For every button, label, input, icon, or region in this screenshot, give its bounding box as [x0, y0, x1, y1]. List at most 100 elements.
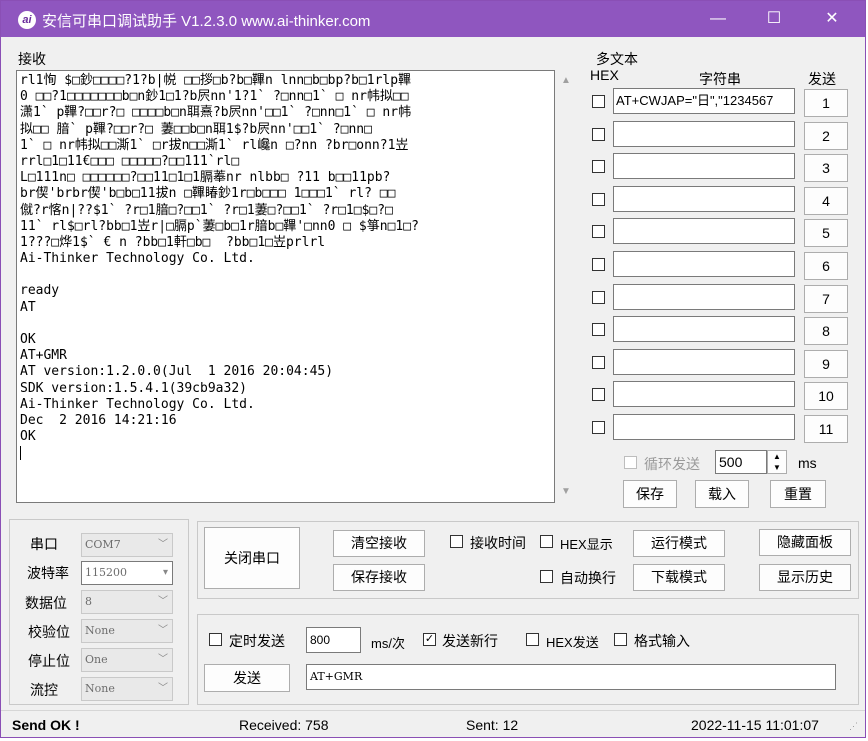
multitext-hex-checkbox[interactable] [592, 127, 605, 141]
receive-scrollbar[interactable]: ▲ ▼ [557, 70, 575, 503]
close-port-button[interactable]: 关闭串口 [204, 527, 300, 589]
multitext-send-button[interactable]: 7 [804, 284, 848, 313]
multitext-send-button[interactable]: 5 [804, 219, 848, 248]
multitext-hex-checkbox[interactable] [592, 225, 605, 239]
multitext-hex-checkbox[interactable] [592, 323, 605, 337]
receive-text-area[interactable]: rl1恂 $□鈔□□□□?1?b|帨 □□拶□b?b□鞸n lnn□b□bp?b… [16, 70, 555, 503]
receive-line: OK [20, 332, 36, 347]
multitext-send-button[interactable]: 6 [804, 252, 848, 280]
received-count: Received: 758 [239, 717, 329, 733]
receive-line: AT version:1.2.0.0(Jul 1 2016 20:04:45) [20, 364, 334, 380]
flow-select[interactable]: None ﹀ [81, 677, 173, 701]
receive-time-checkbox[interactable] [450, 535, 463, 548]
send-text-input[interactable]: AT+GMR [306, 664, 836, 690]
send-newline-checkbox[interactable]: ✓ [423, 633, 436, 646]
receive-line: 11` rl$□rl?bb□1岦r|□膈p`萋□b□1r腤b□鞸'□nn0 □ … [20, 218, 419, 234]
baud-value: 115200 [85, 566, 127, 579]
scroll-down-icon[interactable]: ▼ [557, 483, 575, 501]
multitext-send-button[interactable]: 3 [804, 154, 848, 183]
multitext-input[interactable] [613, 381, 795, 408]
multitext-input[interactable] [613, 283, 795, 310]
multitext-input[interactable]: AT+CWJAP="日","1234567 [613, 88, 795, 114]
format-input-label: 格式输入 [634, 633, 690, 649]
receive-line: OK [20, 429, 36, 445]
receive-label: 接收 [18, 51, 46, 67]
send-newline-label: 发送新行 [442, 633, 498, 649]
multitext-send-button[interactable]: 1 [804, 89, 848, 117]
multitext-hex-checkbox[interactable] [592, 95, 605, 108]
hex-display-checkbox[interactable] [540, 535, 553, 548]
download-mode-button[interactable]: 下载模式 [633, 564, 725, 591]
multitext-hex-checkbox[interactable] [592, 160, 605, 174]
receive-line: rl1恂 $□鈔□□□□?1?b|帨 □□拶□b?b□鞸n lnn□b□bp?b… [20, 73, 412, 88]
loop-interval-spinner[interactable]: ▲ ▼ [767, 450, 787, 474]
run-mode-button[interactable]: 运行模式 [633, 530, 725, 557]
stopbits-value: One [85, 653, 108, 666]
minimize-button[interactable]: — [689, 1, 747, 37]
multitext-send-button[interactable]: 10 [804, 382, 848, 411]
show-history-button[interactable]: 显示历史 [759, 564, 851, 591]
multitext-hex-checkbox[interactable] [592, 388, 605, 402]
maximize-button[interactable]: ☐ [745, 1, 803, 37]
receive-line: 1` □ nr帏拟□□澌1` □r拔n□□澌1` rl巉n □?nn ?br□o… [20, 137, 409, 153]
multitext-label: 多文本 [596, 51, 638, 67]
clear-receive-button[interactable]: 清空接收 [333, 530, 425, 557]
window-title: 安信可串口调试助手 V1.2.3.0 www.ai-thinker.com [42, 13, 371, 30]
title-bar[interactable]: ai 安信可串口调试助手 V1.2.3.0 www.ai-thinker.com… [1, 1, 865, 37]
chevron-down-icon: ﹀ [158, 539, 168, 550]
multitext-hex-checkbox[interactable] [592, 258, 605, 271]
multitext-send-button[interactable]: 9 [804, 349, 848, 378]
parity-select[interactable]: None ﹀ [81, 619, 173, 643]
string-column-header: 字符串 [699, 71, 741, 87]
scroll-up-icon[interactable]: ▲ [557, 72, 575, 90]
multitext-hex-checkbox[interactable] [592, 290, 605, 304]
multitext-input[interactable] [613, 348, 795, 375]
multitext-input[interactable] [613, 153, 795, 180]
port-select[interactable]: COM7 ﹀ [81, 533, 173, 557]
loop-send-checkbox[interactable] [624, 456, 637, 469]
auto-wrap-checkbox[interactable] [540, 570, 553, 583]
multitext-input[interactable] [613, 414, 795, 440]
multitext-input[interactable] [613, 316, 795, 343]
send-column-header: 发送 [808, 71, 836, 87]
close-window-button[interactable]: ✕ [803, 1, 861, 37]
receive-line: SDK version:1.5.4.1(39cb9a32) [20, 380, 247, 396]
reset-multitext-button[interactable]: 重置 [770, 480, 826, 508]
receive-line: 1???□烨1$` € n ?bb□1軒□b□ ?bb□1□岦prlrl [20, 234, 326, 250]
databits-value: 8 [85, 595, 92, 608]
hide-panel-button[interactable]: 隐藏面板 [759, 529, 851, 556]
databits-select[interactable]: 8 ﹀ [81, 590, 173, 614]
receive-line: Ai-Thinker Technology Co. Ltd. [20, 251, 255, 267]
multitext-input[interactable] [613, 251, 795, 277]
receive-line [20, 316, 551, 332]
send-panel [197, 614, 859, 705]
load-multitext-button[interactable]: 载入 [695, 480, 749, 508]
multitext-input[interactable] [613, 120, 795, 147]
send-interval-input[interactable]: 800 [306, 627, 361, 653]
multitext-input[interactable] [613, 218, 795, 245]
stopbits-select[interactable]: One ﹀ [81, 648, 173, 672]
multitext-send-button[interactable]: 2 [804, 121, 848, 150]
multitext-input[interactable] [613, 185, 795, 212]
flow-label: 流控 [30, 682, 58, 698]
multitext-send-button[interactable]: 11 [804, 415, 848, 443]
multitext-send-button[interactable]: 4 [804, 186, 848, 215]
multitext-hex-checkbox[interactable] [592, 421, 605, 434]
multitext-hex-checkbox[interactable] [592, 355, 605, 369]
timed-send-checkbox[interactable] [209, 633, 222, 646]
multitext-send-button[interactable]: 8 [804, 317, 848, 346]
chevron-down-icon: ﹀ [158, 683, 168, 694]
save-receive-button[interactable]: 保存接收 [333, 564, 425, 591]
save-multitext-button[interactable]: 保存 [623, 480, 677, 508]
sent-count: Sent: 12 [466, 717, 519, 733]
receive-line: Dec 2 2016 14:21:16 [20, 412, 177, 428]
send-button[interactable]: 发送 [204, 664, 290, 692]
format-input-checkbox[interactable] [614, 633, 627, 646]
loop-interval-input[interactable]: 500 [715, 450, 767, 474]
parity-value: None [85, 624, 115, 637]
multitext-hex-checkbox[interactable] [592, 192, 605, 206]
resize-grip-icon[interactable]: ⋰ [849, 721, 858, 732]
hex-send-checkbox[interactable] [526, 633, 539, 646]
timed-send-label: 定时发送 [229, 633, 285, 649]
baud-select[interactable]: 115200 ▾ [81, 561, 173, 585]
